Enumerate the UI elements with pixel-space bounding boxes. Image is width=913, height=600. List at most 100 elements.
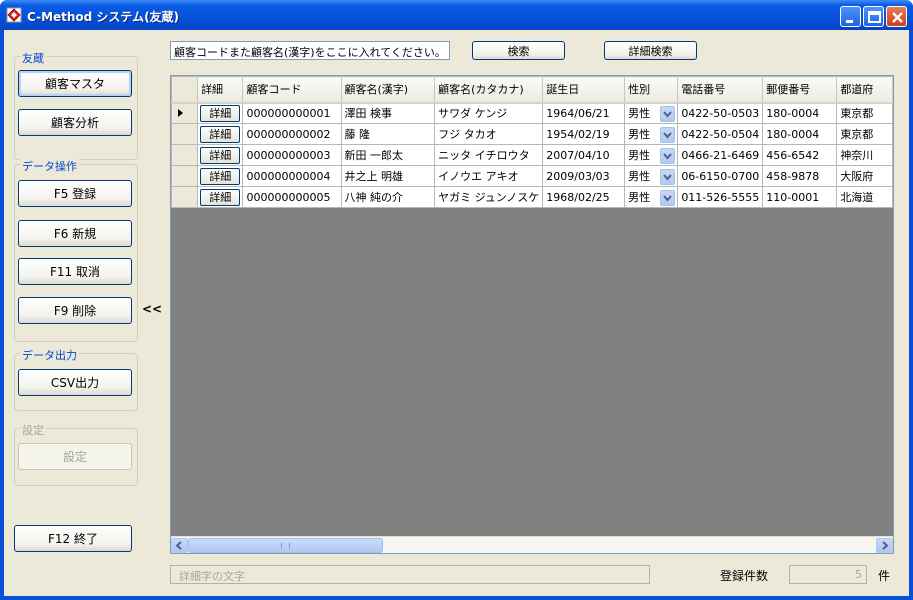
pref-cell[interactable]: 大阪府 <box>836 165 893 187</box>
row-selector[interactable] <box>171 144 199 166</box>
kana-cell[interactable]: イノウエ アキオ <box>434 165 544 187</box>
pref-cell[interactable]: 東京都 <box>836 123 893 145</box>
birth-cell[interactable]: 2007/04/10 <box>542 144 626 166</box>
kana-cell[interactable]: フジ タカオ <box>434 123 544 145</box>
phone-cell[interactable]: 0422-50-0503 <box>677 102 764 124</box>
zip-cell[interactable]: 180-0004 <box>762 102 838 124</box>
name-cell[interactable]: 八神 純の介 <box>340 186 436 208</box>
column-header-prefecture[interactable]: 都道府 <box>836 76 893 104</box>
scroll-left-button[interactable] <box>171 538 188 553</box>
row-detail-button[interactable]: 詳細 <box>200 125 241 143</box>
search-input[interactable]: 顧客コードまた顧客名(漢字)をここに入れてください。 <box>170 41 450 60</box>
settings-button[interactable]: 設定 <box>18 443 132 470</box>
row-header-corner <box>171 76 199 104</box>
sex-combo[interactable]: 男性 <box>628 125 676 144</box>
sex-combo[interactable]: 男性 <box>628 167 676 186</box>
name-cell[interactable]: 新田 一郎太 <box>340 144 436 166</box>
birth-cell[interactable]: 1954/02/19 <box>542 123 626 145</box>
code-cell[interactable]: 000000000004 <box>242 165 342 187</box>
sex-combo[interactable]: 男性 <box>628 146 676 165</box>
table-row[interactable]: 詳細 000000000005 八神 純の介 ヤガミ ジュンノスケ 1968/0… <box>171 186 893 208</box>
collapse-sidebar-toggle[interactable]: << <box>142 302 162 316</box>
detail-search-button[interactable]: 詳細検索 <box>604 41 697 60</box>
chevron-down-icon[interactable] <box>660 168 676 185</box>
row-detail-button[interactable]: 詳細 <box>200 104 241 122</box>
table-row[interactable]: 詳細 000000000001 澤田 検事 サワダ ケンジ 1964/06/21… <box>171 102 893 124</box>
code-cell[interactable]: 000000000002 <box>242 123 342 145</box>
group-label-settings: 設定 <box>20 422 46 438</box>
window-title: C-Method システム(友蔵) <box>27 10 180 24</box>
sex-combo[interactable]: 男性 <box>628 104 676 123</box>
close-icon <box>892 12 903 23</box>
scroll-right-button[interactable] <box>876 538 893 553</box>
table-row[interactable]: 詳細 000000000002 藤 隆 フジ タカオ 1954/02/19 男性… <box>171 123 893 145</box>
phone-cell[interactable]: 011-526-5555 <box>677 186 764 208</box>
detail-cell: 詳細 <box>197 102 244 124</box>
horizontal-scrollbar[interactable] <box>171 536 893 553</box>
column-header-birthday[interactable]: 誕生日 <box>542 76 626 104</box>
zip-cell[interactable]: 458-9878 <box>762 165 838 187</box>
name-cell[interactable]: 澤田 検事 <box>340 102 436 124</box>
kana-cell[interactable]: ニッタ イチロウタ <box>434 144 544 166</box>
code-cell[interactable]: 000000000003 <box>242 144 342 166</box>
code-cell[interactable]: 000000000001 <box>242 102 342 124</box>
kana-cell[interactable]: ヤガミ ジュンノスケ <box>434 186 544 208</box>
name-cell[interactable]: 井之上 明雄 <box>340 165 436 187</box>
birth-cell[interactable]: 1968/02/25 <box>542 186 626 208</box>
table-row[interactable]: 詳細 000000000003 新田 一郎太 ニッタ イチロウタ 2007/04… <box>171 144 893 166</box>
new-button[interactable]: F6 新規 <box>18 220 132 247</box>
zip-cell[interactable]: 180-0004 <box>762 123 838 145</box>
chevron-down-icon[interactable] <box>660 147 676 164</box>
pref-cell[interactable]: 東京都 <box>836 102 893 124</box>
column-header-zip[interactable]: 郵便番号 <box>762 76 838 104</box>
row-selector[interactable] <box>171 165 199 187</box>
column-header-name-kana[interactable]: 顧客名(カタカナ) <box>434 76 544 104</box>
row-detail-button[interactable]: 詳細 <box>200 146 241 164</box>
kana-cell[interactable]: サワダ ケンジ <box>434 102 544 124</box>
chevron-down-icon[interactable] <box>660 126 676 143</box>
cancel-button[interactable]: F11 取消 <box>18 258 132 285</box>
birth-cell[interactable]: 1964/06/21 <box>542 102 626 124</box>
column-header-sex[interactable]: 性別 <box>624 76 679 104</box>
row-selector[interactable] <box>171 186 199 208</box>
title-bar[interactable]: C-Method システム(友蔵) <box>0 0 913 30</box>
customer-analysis-button[interactable]: 顧客分析 <box>18 109 132 136</box>
exit-button[interactable]: F12 終了 <box>14 525 132 552</box>
phone-cell[interactable]: 06-6150-0700 <box>677 165 764 187</box>
zip-cell[interactable]: 110-0001 <box>762 186 838 208</box>
row-detail-button[interactable]: 詳細 <box>200 167 241 185</box>
zip-cell[interactable]: 456-6542 <box>762 144 838 166</box>
pref-cell[interactable]: 神奈川 <box>836 144 893 166</box>
search-button[interactable]: 検索 <box>472 41 565 60</box>
phone-cell[interactable]: 0422-50-0504 <box>677 123 764 145</box>
column-header-phone[interactable]: 電話番号 <box>677 76 764 104</box>
customer-grid[interactable]: 詳細 顧客コード 顧客名(漢字) 顧客名(カタカナ) 誕生日 性別 電話番号 郵… <box>170 75 894 554</box>
column-header-name-kanji[interactable]: 顧客名(漢字) <box>340 76 436 104</box>
pref-cell[interactable]: 北海道 <box>836 186 893 208</box>
customer-master-button[interactable]: 顧客マスタ <box>18 70 132 97</box>
close-button[interactable] <box>886 6 907 27</box>
chevron-down-icon[interactable] <box>660 189 676 206</box>
scroll-thumb[interactable] <box>188 538 383 553</box>
column-header-code[interactable]: 顧客コード <box>242 76 342 104</box>
delete-button[interactable]: F9 削除 <box>18 297 132 324</box>
birth-cell[interactable]: 2009/03/03 <box>542 165 626 187</box>
row-detail-button[interactable]: 詳細 <box>200 188 241 206</box>
csv-output-button[interactable]: CSV出力 <box>18 369 132 396</box>
sex-cell: 男性 <box>624 102 679 124</box>
register-button[interactable]: F5 登録 <box>18 180 132 207</box>
name-cell[interactable]: 藤 隆 <box>340 123 436 145</box>
sex-combo[interactable]: 男性 <box>628 188 676 207</box>
phone-cell[interactable]: 0466-21-6469 <box>677 144 764 166</box>
maximize-button[interactable] <box>863 6 884 27</box>
column-header-detail[interactable]: 詳細 <box>197 76 244 104</box>
row-selector[interactable] <box>171 102 199 124</box>
minimize-button[interactable] <box>840 6 861 27</box>
sex-value: 男性 <box>628 148 651 162</box>
sex-cell: 男性 <box>624 165 679 187</box>
chevron-down-icon[interactable] <box>660 105 676 122</box>
table-row[interactable]: 詳細 000000000004 井之上 明雄 イノウエ アキオ 2009/03/… <box>171 165 893 187</box>
minimize-icon <box>846 20 853 23</box>
row-selector[interactable] <box>171 123 199 145</box>
code-cell[interactable]: 000000000005 <box>242 186 342 208</box>
